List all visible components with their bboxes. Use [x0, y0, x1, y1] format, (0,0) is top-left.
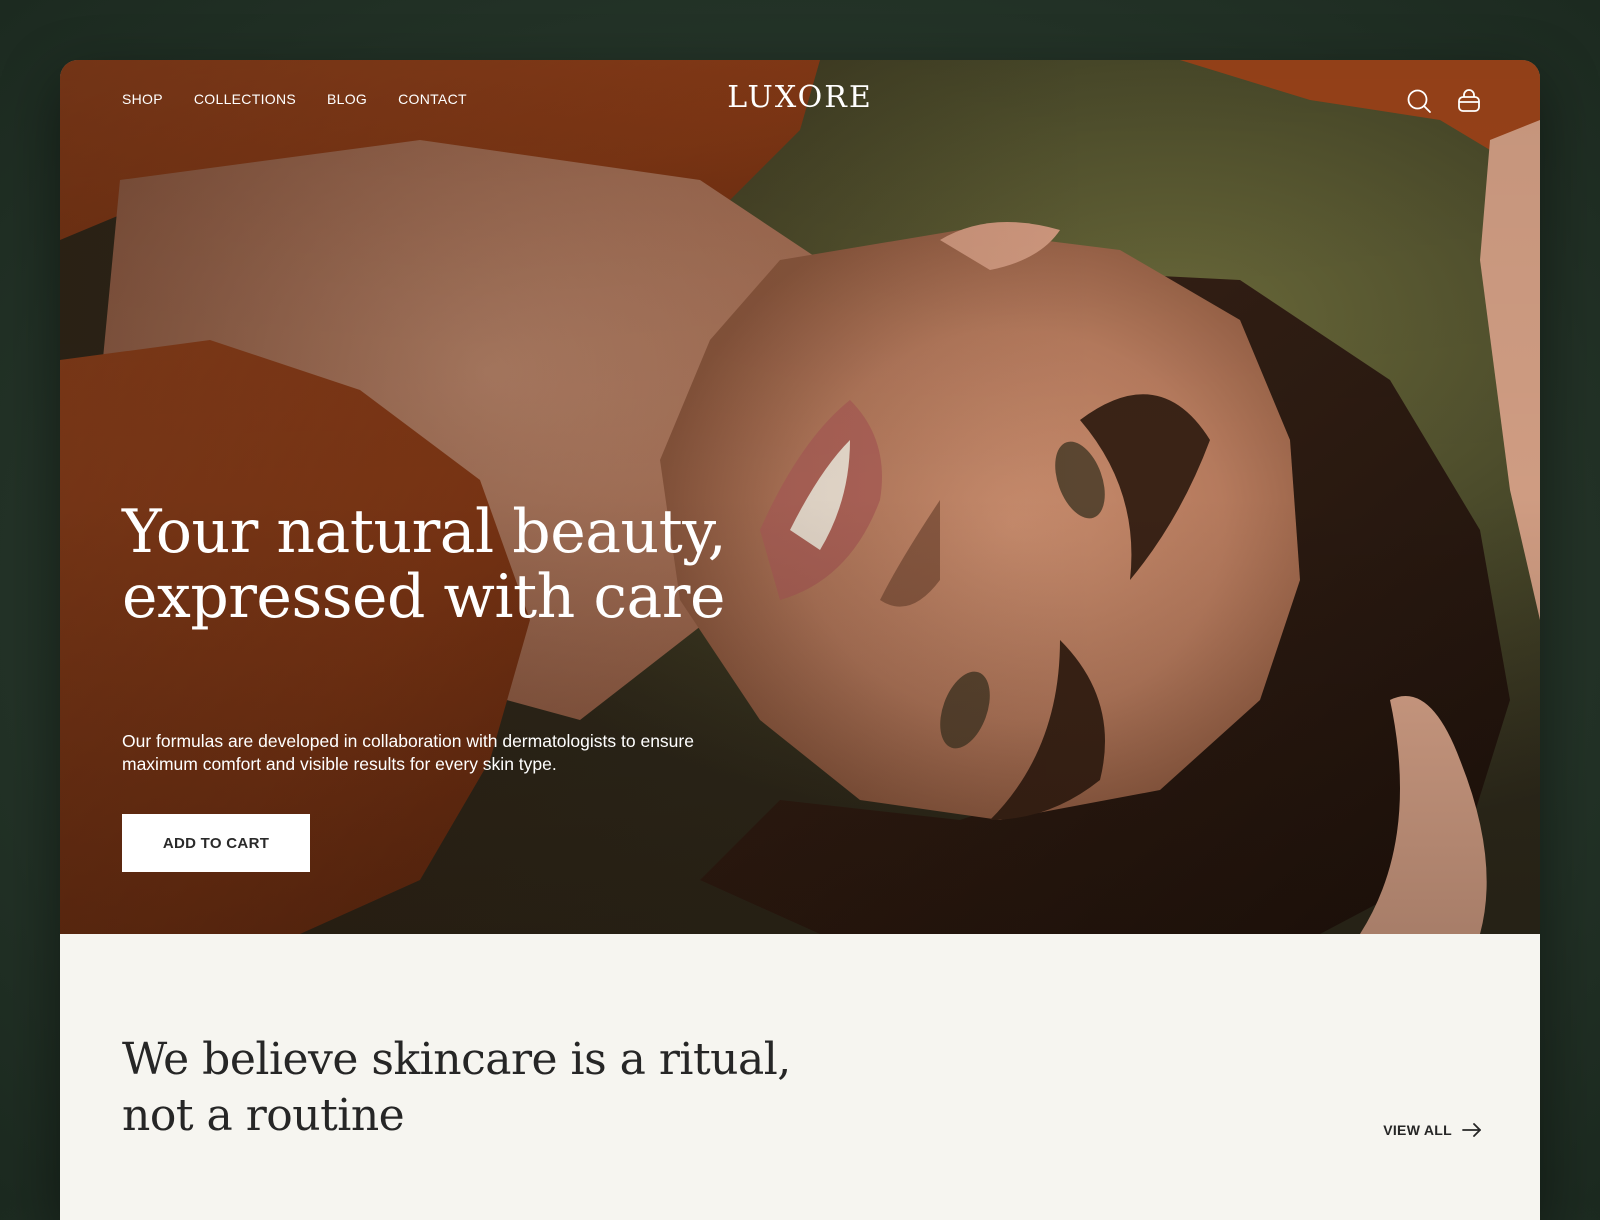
search-icon[interactable]	[1406, 88, 1432, 114]
nav-icons	[1406, 88, 1482, 114]
brand-logo[interactable]: LUXORE	[60, 80, 1540, 115]
about-section: We believe skincare is a ritual, not a r…	[60, 934, 1540, 1220]
hero-section: SHOP COLLECTIONS BLOG CONTACT LUXORE You…	[60, 60, 1540, 934]
hero-title: Your natural beauty, expressed with care	[122, 497, 727, 632]
browser-frame: SHOP COLLECTIONS BLOG CONTACT LUXORE You…	[60, 60, 1540, 1220]
add-to-cart-button[interactable]: ADD TO CART	[122, 814, 310, 872]
view-all-label: VIEW ALL	[1383, 1122, 1452, 1138]
view-all-link[interactable]: VIEW ALL	[1383, 1122, 1482, 1138]
arrow-right-icon	[1462, 1123, 1482, 1137]
hero-subtitle: Our formulas are developed in collaborat…	[122, 731, 694, 774]
about-title: We believe skincare is a ritual, not a r…	[122, 1034, 791, 1141]
cart-icon[interactable]	[1456, 88, 1482, 114]
top-navigation: SHOP COLLECTIONS BLOG CONTACT LUXORE	[60, 60, 1540, 140]
